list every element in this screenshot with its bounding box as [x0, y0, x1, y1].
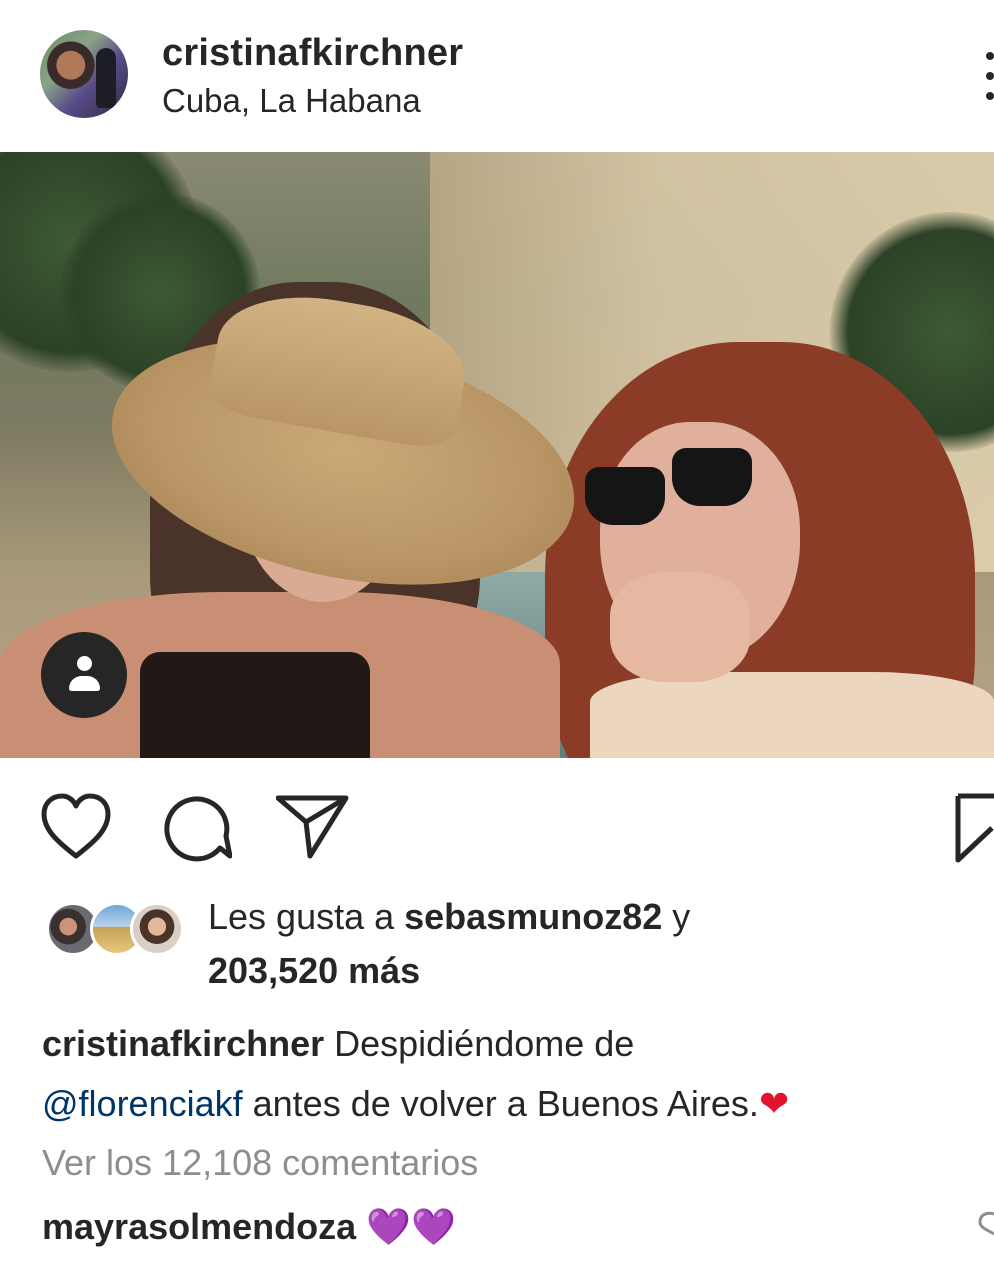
post-photo[interactable]: [0, 152, 994, 758]
action-bar: [0, 780, 994, 880]
author-username[interactable]: cristinafkirchner: [162, 32, 463, 75]
likes-count[interactable]: Les gusta a sebasmunoz82 y 203,520 más: [208, 890, 968, 998]
post-caption: cristinafkirchner Despidiéndome de @flor…: [42, 1014, 994, 1134]
post-location[interactable]: Cuba, La Habana: [162, 82, 421, 120]
red-heart-emoji: ❤: [758, 1083, 790, 1124]
liker-username[interactable]: sebasmunoz82: [404, 896, 662, 937]
comment-like-heart-icon[interactable]: [976, 1208, 994, 1241]
comment-item: mayrasolmendoza 💜💜: [42, 1206, 456, 1248]
heart-outline-icon[interactable]: [40, 792, 112, 862]
caption-text-continued: antes de volver a Buenos Aires.: [242, 1083, 759, 1124]
comment-username[interactable]: mayrasolmendoza: [42, 1206, 356, 1247]
post-header: cristinafkirchner Cuba, La Habana: [0, 0, 994, 150]
caption-text: Despidiéndome de: [324, 1023, 635, 1064]
comment-text: 💜💜: [366, 1206, 456, 1247]
liker-avatar: [130, 902, 184, 956]
comment-bubble-icon[interactable]: [160, 792, 232, 862]
view-all-comments-link[interactable]: Ver los 12,108 comentarios: [42, 1142, 478, 1184]
bookmark-icon[interactable]: [954, 792, 994, 864]
likes-connector: y: [662, 896, 691, 937]
likes-more-count[interactable]: 203,520 más: [208, 950, 420, 991]
more-options-icon[interactable]: [980, 52, 994, 102]
likes-prefix: Les gusta a: [208, 896, 405, 937]
send-paper-plane-icon[interactable]: [276, 792, 350, 862]
tagged-users-icon[interactable]: [41, 632, 127, 718]
caption-username[interactable]: cristinafkirchner: [42, 1023, 324, 1064]
likes-section: Les gusta a sebasmunoz82 y 203,520 más: [0, 890, 994, 1000]
caption-mention[interactable]: @florenciakf: [42, 1083, 243, 1124]
author-avatar[interactable]: [40, 30, 128, 118]
